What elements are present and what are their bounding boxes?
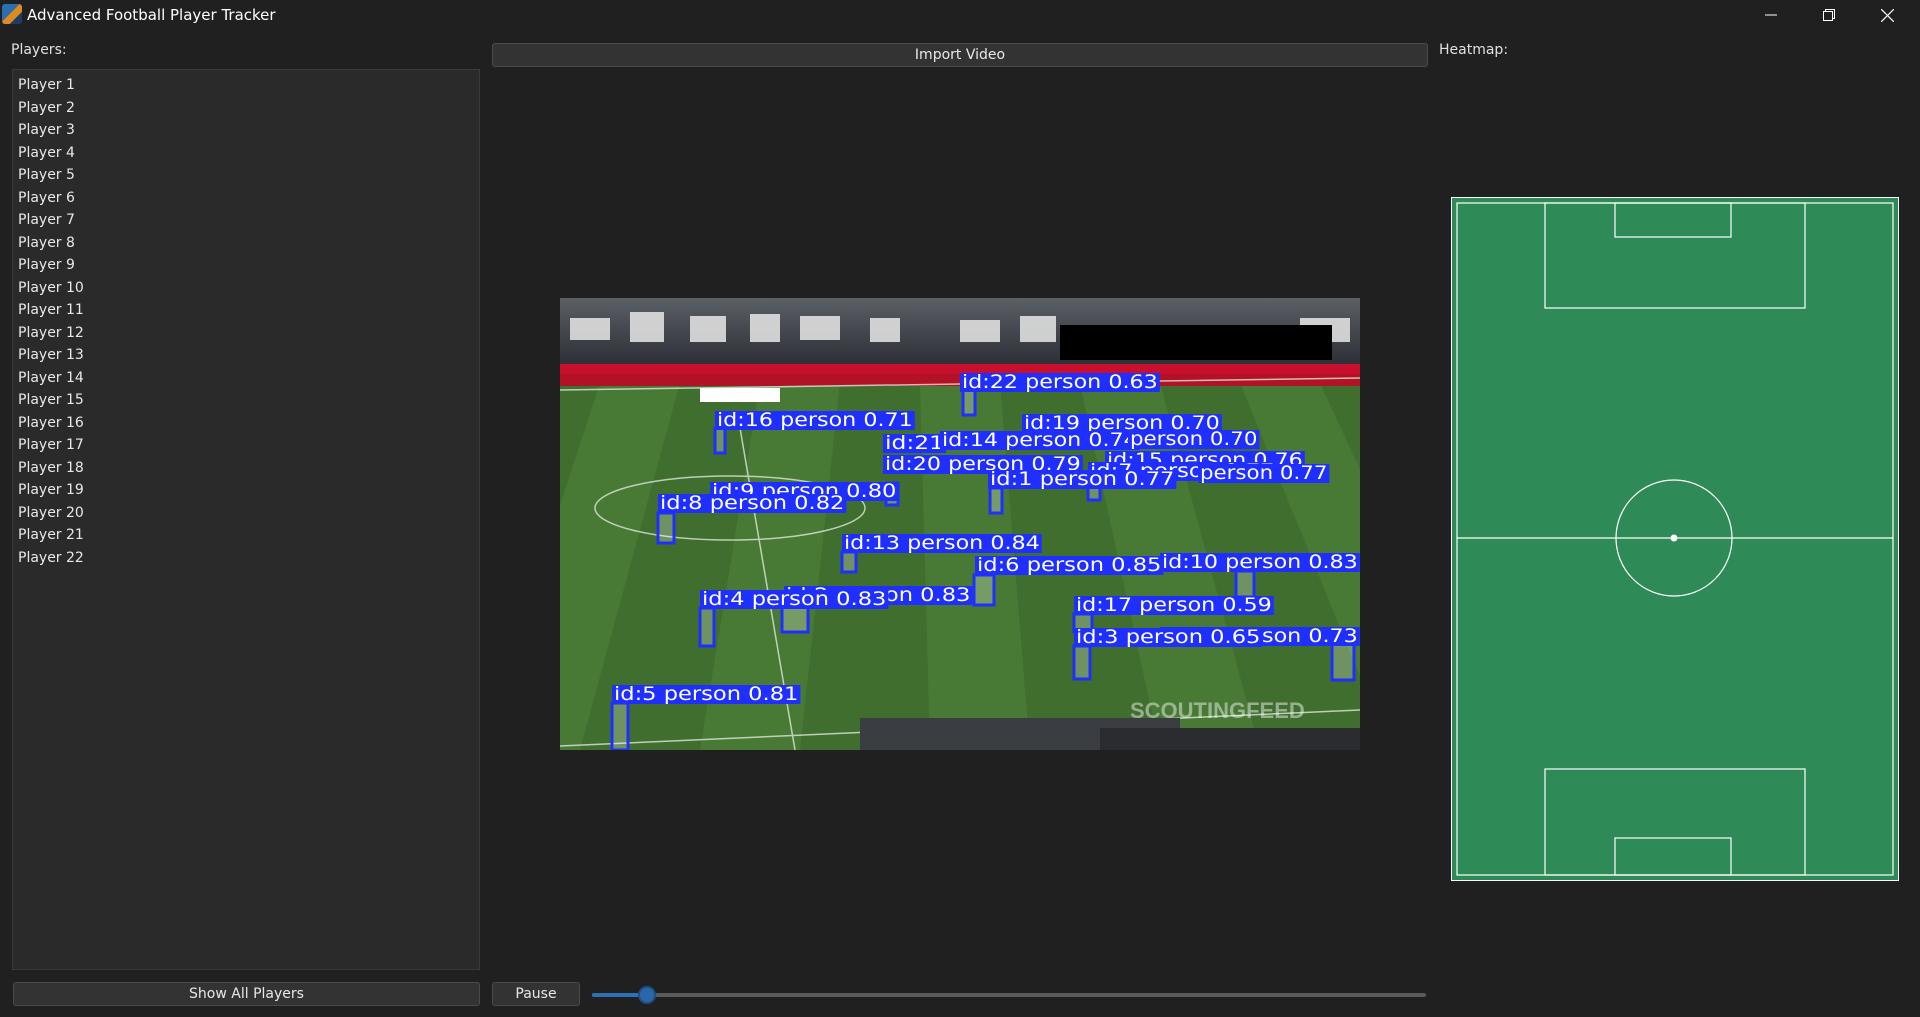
player-list-item[interactable]: Player 20 [13, 502, 479, 525]
video-frame: id:22 person 0.63 id:16 person 0.71 id:19 … [560, 298, 1360, 750]
minimize-icon [1765, 14, 1777, 16]
player-list-item[interactable]: Player 13 [13, 344, 479, 367]
detection-label: id:1 person 0.77 [990, 468, 1174, 490]
detection-label: id:16 person 0.71 [717, 409, 913, 431]
detection-label: id:4 person 0.83 [702, 588, 886, 610]
player-list-item[interactable]: Player 5 [13, 164, 479, 187]
player-list-item[interactable]: Player 2 [13, 97, 479, 120]
player-list-item[interactable]: Player 21 [13, 524, 479, 547]
player-list-item[interactable]: Player 11 [13, 299, 479, 322]
pause-button[interactable]: Pause [492, 982, 580, 1006]
detection-label: id:8 person 0.82 [660, 492, 844, 514]
video-progress-slider[interactable] [592, 986, 1426, 1004]
title-bar: Advanced Football Player Tracker [0, 0, 1920, 30]
player-list-item[interactable]: Player 22 [13, 547, 479, 570]
player-list[interactable]: Player 1 Player 2 Player 3 Player 4 Player 5… [12, 69, 480, 970]
detection-box [656, 511, 676, 545]
detection-4: id:14 person 0.74 [940, 429, 1140, 451]
restore-icon [1823, 9, 1835, 21]
pitch-diagram [1451, 197, 1899, 881]
player-list-item[interactable]: Player 7 [13, 209, 479, 232]
detection-9: person 0.77 [1198, 462, 1330, 484]
show-all-players-button[interactable]: Show All Players [13, 982, 480, 1006]
window-title: Advanced Football Player Tracker [27, 6, 276, 24]
app-icon [2, 4, 22, 24]
detection-box [698, 606, 716, 648]
player-list-item[interactable]: Player 17 [13, 434, 479, 457]
detection-box [988, 486, 1004, 515]
detection-box [840, 550, 858, 574]
detection-label: id:5 person 0.81 [614, 683, 798, 705]
detection-box [1330, 640, 1356, 682]
detection-label: id:17 person 0.59 [1076, 594, 1272, 616]
player-list-item[interactable]: Player 19 [13, 479, 479, 502]
detection-box [972, 573, 996, 607]
player-list-item[interactable]: Player 3 [13, 119, 479, 142]
import-video-button[interactable]: Import Video [492, 43, 1428, 67]
detection-box [961, 388, 977, 417]
detection-label: id:6 person 0.85 [977, 554, 1161, 576]
player-list-item[interactable]: Player 4 [13, 142, 479, 165]
player-list-item[interactable]: Player 16 [13, 412, 479, 435]
detection-label: id:22 person 0.63 [962, 371, 1158, 393]
watermark-text: SCOUTINGFEED [1130, 698, 1305, 723]
detection-box [713, 426, 727, 455]
detection-label: id:21 [885, 432, 944, 454]
heatmap-label: Heatmap: [1439, 42, 1509, 58]
detection-label: id:10 person 0.83 [1162, 551, 1358, 573]
players-label: Players: [11, 42, 67, 58]
close-icon [1880, 8, 1894, 22]
player-list-item[interactable]: Player 18 [13, 457, 479, 480]
minimize-button[interactable] [1742, 0, 1800, 30]
restore-button[interactable] [1800, 0, 1858, 30]
detection-label: person 0.70 [1130, 428, 1257, 450]
player-list-item[interactable]: Player 15 [13, 389, 479, 412]
player-list-item[interactable]: Player 9 [13, 254, 479, 277]
slider-handle[interactable] [638, 986, 656, 1004]
detection-label: id:13 person 0.84 [844, 532, 1040, 554]
close-button[interactable] [1858, 0, 1916, 30]
player-list-item[interactable]: Player 10 [13, 277, 479, 300]
detection-label: id:3 person 0.65 [1076, 626, 1260, 648]
player-list-item[interactable]: Player 6 [13, 187, 479, 210]
player-list-item[interactable]: Player 8 [13, 232, 479, 255]
player-list-item[interactable]: Player 14 [13, 367, 479, 390]
detection-box [1072, 644, 1092, 681]
detection-5: person 0.70 [1128, 428, 1260, 450]
player-list-item[interactable]: Player 12 [13, 322, 479, 345]
detection-3: id:21 [883, 432, 946, 454]
center-spot [1670, 534, 1678, 542]
detection-label: person 0.77 [1200, 462, 1327, 484]
detection-box [610, 701, 630, 750]
video-canvas: id:22 person 0.63id:16 person 0.71 id:19 … [560, 298, 1360, 750]
detection-label: id:14 person 0.74 [942, 429, 1138, 451]
heatmap-pitch [1451, 197, 1899, 881]
player-list-item[interactable]: Player 1 [13, 74, 479, 97]
